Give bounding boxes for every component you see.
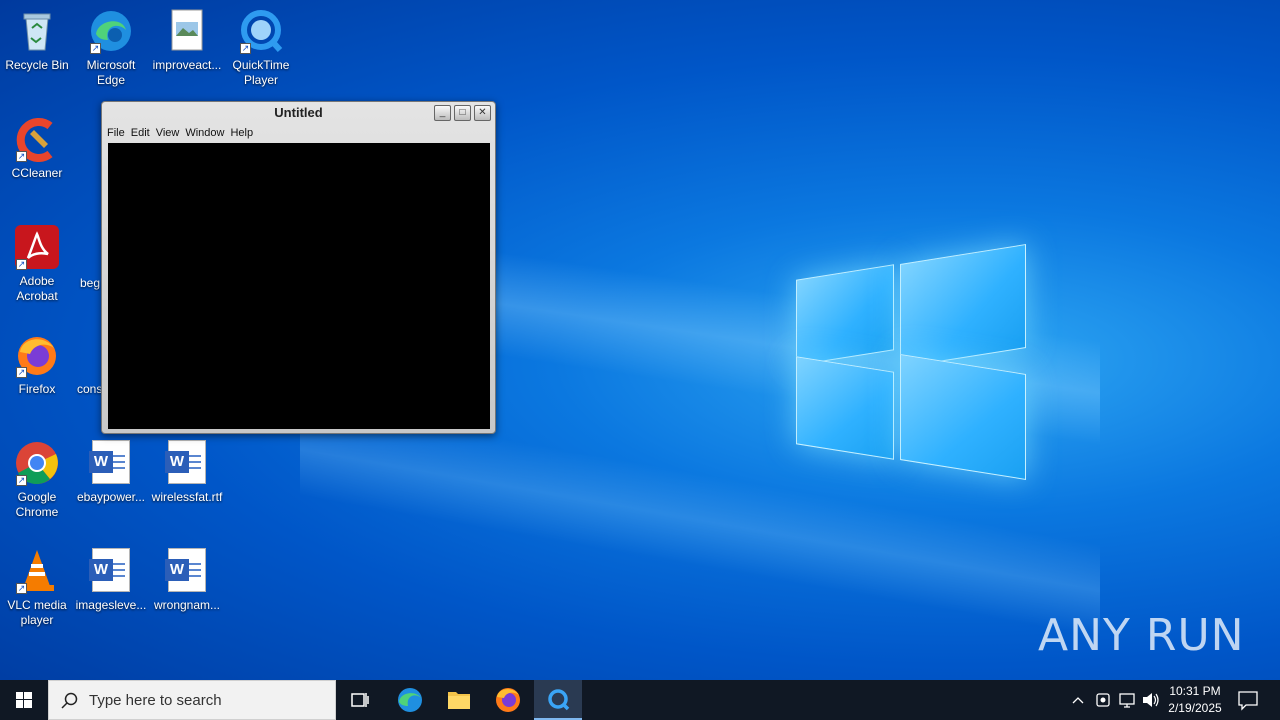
taskbar-file-explorer-button[interactable] xyxy=(435,680,483,720)
firefox-icon: ↗ xyxy=(14,332,60,378)
shortcut-arrow-icon: ↗ xyxy=(16,259,27,270)
desktop-icon-wirelessfat[interactable]: W wirelessfat.rtf xyxy=(150,440,224,505)
desktop-icon-ccleaner[interactable]: ↗ CCleaner xyxy=(0,116,74,181)
desktop-icon-imagesleve[interactable]: W imagesleve... xyxy=(74,548,148,613)
taskbar-search-box[interactable]: Type here to search xyxy=(48,680,336,720)
task-view-button[interactable] xyxy=(336,680,384,720)
word-document-icon: W xyxy=(88,548,134,594)
word-document-icon: W xyxy=(164,440,210,486)
menu-view[interactable]: View xyxy=(155,124,185,142)
firefox-icon xyxy=(496,688,520,712)
windows-wallpaper-logo xyxy=(796,242,1028,480)
icon-label: Recycle Bin xyxy=(5,58,69,72)
close-button[interactable]: ✕ xyxy=(474,105,491,121)
quicktime-icon: ↗ xyxy=(238,8,284,54)
windows-icon xyxy=(16,692,32,708)
start-button[interactable] xyxy=(0,680,48,720)
desktop-icon-beg[interactable]: beg xyxy=(74,276,104,291)
icon-label: wrongnam... xyxy=(153,598,221,612)
desktop-icon-firefox[interactable]: ↗ Firefox xyxy=(0,332,74,397)
icon-label: Google Chrome xyxy=(15,490,59,519)
network-icon xyxy=(1119,693,1135,708)
menu-help[interactable]: Help xyxy=(229,124,258,142)
taskbar: Type here to search 10:31 PM 2/19/2025 xyxy=(0,680,1280,720)
ccleaner-icon: ↗ xyxy=(14,116,60,162)
notification-icon xyxy=(1238,691,1258,711)
desktop-icon-microsoft-edge[interactable]: ↗ Microsoft Edge xyxy=(74,8,148,88)
desktop-icon-improveact[interactable]: improveact... xyxy=(150,8,224,73)
edge-icon xyxy=(398,688,422,712)
volume-button[interactable] xyxy=(1140,680,1162,720)
desktop-icon-wrongnam[interactable]: W wrongnam... xyxy=(150,548,224,613)
icon-label: improveact... xyxy=(152,58,222,72)
word-document-icon: W xyxy=(164,548,210,594)
clock-time: 10:31 PM xyxy=(1169,684,1221,698)
chrome-icon: ↗ xyxy=(14,440,60,486)
quicktime-icon xyxy=(548,689,570,711)
chevron-up-icon xyxy=(1072,697,1084,704)
search-placeholder: Type here to search xyxy=(89,692,222,709)
shortcut-arrow-icon: ↗ xyxy=(16,151,27,162)
word-document-icon: W xyxy=(88,440,134,486)
desktop-icon-recycle-bin[interactable]: Recycle Bin xyxy=(0,8,74,73)
speaker-icon xyxy=(1143,693,1159,707)
folder-icon xyxy=(448,692,470,709)
desktop-icon-ebaypower[interactable]: W ebaypower... xyxy=(74,440,148,505)
tray-app-button[interactable] xyxy=(1092,680,1114,720)
shortcut-arrow-icon: ↗ xyxy=(16,475,27,486)
shortcut-arrow-icon: ↗ xyxy=(16,367,27,378)
icon-label: imagesleve... xyxy=(75,598,147,612)
menu-edit[interactable]: Edit xyxy=(130,124,155,142)
maximize-button[interactable]: □ xyxy=(454,105,471,121)
desktop-icon-cons[interactable]: cons xyxy=(74,382,104,397)
icon-label: VLC media player xyxy=(7,598,67,627)
icon-label: Microsoft Edge xyxy=(86,58,136,87)
icon-label: Firefox xyxy=(18,382,56,396)
quicktime-window[interactable]: Untitled _ □ ✕ File Edit View Window Hel… xyxy=(101,101,496,434)
task-view-icon xyxy=(351,693,369,707)
clock-date: 2/19/2025 xyxy=(1168,701,1222,715)
tray-app-icon xyxy=(1096,693,1110,707)
menu-bar: File Edit View Window Help xyxy=(102,124,495,142)
icon-label: wirelessfat.rtf xyxy=(151,490,223,504)
recycle-bin-icon xyxy=(14,8,60,54)
shortcut-arrow-icon: ↗ xyxy=(240,43,251,54)
shortcut-arrow-icon: ↗ xyxy=(90,43,101,54)
menu-file[interactable]: File xyxy=(106,124,130,142)
icon-label: cons xyxy=(77,382,103,396)
anyrun-watermark: ANY RUN xyxy=(1038,610,1245,661)
network-button[interactable] xyxy=(1116,680,1138,720)
search-icon xyxy=(61,692,78,709)
notifications-button[interactable] xyxy=(1232,680,1264,720)
minimize-button[interactable]: _ xyxy=(434,105,451,121)
desktop-icon-adobe-acrobat[interactable]: ↗ Adobe Acrobat xyxy=(0,224,74,304)
taskbar-edge-button[interactable] xyxy=(386,680,434,720)
icon-label: QuickTime Player xyxy=(232,58,290,87)
acrobat-icon: ↗ xyxy=(14,224,60,270)
desktop-icon-quicktime-player[interactable]: ↗ QuickTime Player xyxy=(224,8,298,88)
icon-label: Adobe Acrobat xyxy=(16,274,58,303)
menu-window[interactable]: Window xyxy=(184,124,229,142)
icon-label: ebaypower... xyxy=(76,490,146,504)
shortcut-arrow-icon: ↗ xyxy=(16,583,27,594)
image-file-icon xyxy=(164,8,210,54)
taskbar-quicktime-button[interactable] xyxy=(534,680,582,720)
show-hidden-icons-button[interactable] xyxy=(1068,680,1088,720)
icon-label: CCleaner xyxy=(11,166,63,180)
taskbar-clock[interactable]: 10:31 PM 2/19/2025 xyxy=(1162,683,1228,717)
desktop-icon-vlc-media-player[interactable]: ↗ VLC media player xyxy=(0,548,74,628)
video-display-area[interactable] xyxy=(108,143,490,429)
edge-icon: ↗ xyxy=(88,8,134,54)
vlc-icon: ↗ xyxy=(14,548,60,594)
taskbar-firefox-button[interactable] xyxy=(484,680,532,720)
desktop-icon-google-chrome[interactable]: ↗ Google Chrome xyxy=(0,440,74,520)
